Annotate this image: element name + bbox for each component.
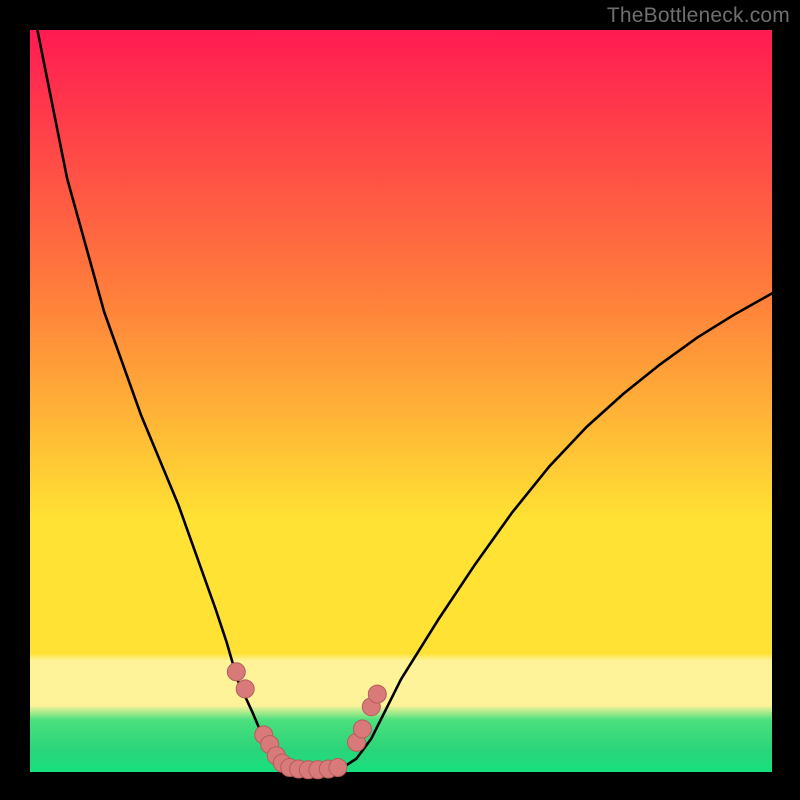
data-point-marker (227, 663, 245, 681)
bottleneck-curve-chart (0, 0, 800, 800)
data-point-marker (329, 759, 347, 777)
data-point-marker (353, 720, 371, 738)
watermark-text: TheBottleneck.com (607, 4, 790, 28)
chart-stage: TheBottleneck.com (0, 0, 800, 800)
data-point-marker (236, 680, 254, 698)
plot-background (30, 30, 772, 772)
data-point-marker (368, 685, 386, 703)
